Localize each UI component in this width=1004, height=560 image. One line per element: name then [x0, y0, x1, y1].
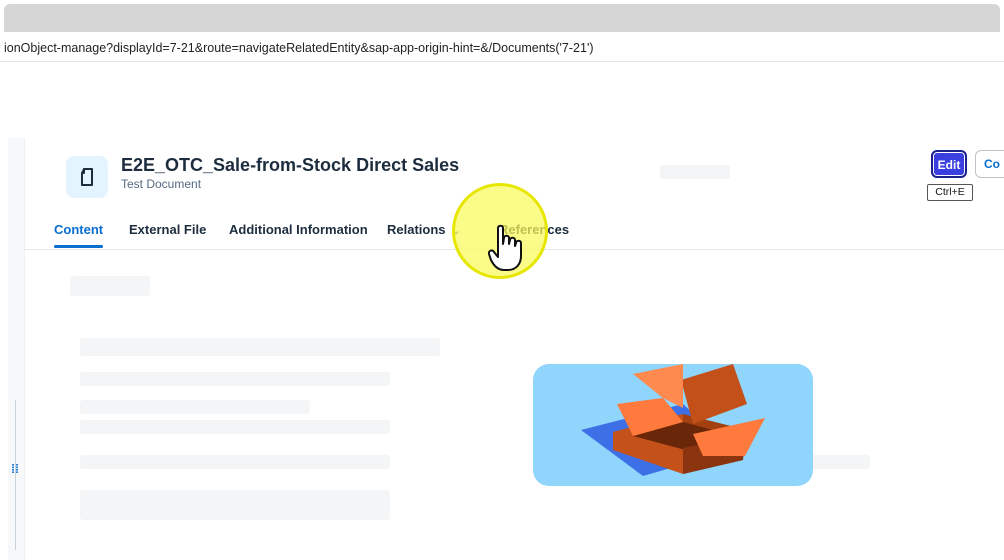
placeholder-block	[80, 490, 390, 520]
hand-cursor-icon	[488, 224, 522, 271]
page-subtitle: Test Document	[121, 177, 202, 191]
copy-button[interactable]: Co	[975, 150, 1004, 178]
tab-content[interactable]: Content	[54, 222, 103, 237]
tab-external-file[interactable]: External File	[129, 222, 206, 237]
edit-button[interactable]: Edit	[931, 150, 967, 178]
edit-shortcut-tooltip: Ctrl+E	[927, 184, 973, 201]
document-icon	[66, 156, 108, 198]
active-tab-indicator	[54, 245, 103, 248]
placeholder-block	[70, 276, 150, 296]
placeholder-block	[660, 165, 730, 179]
placeholder-block	[80, 338, 440, 356]
placeholder-block	[80, 372, 390, 386]
browser-top-bar	[4, 4, 1000, 32]
page-title: E2E_OTC_Sale-from-Stock Direct Sales	[121, 155, 460, 175]
placeholder-block	[80, 455, 390, 469]
placeholder-block	[80, 420, 390, 434]
open-box-illustration	[533, 364, 813, 486]
placeholder-block	[80, 400, 310, 414]
shell-spacer	[0, 62, 1004, 138]
tab-additional-information[interactable]: Additional Information	[229, 222, 368, 237]
tab-relations[interactable]: Relations⌄	[387, 222, 461, 237]
tab-relations-label: Relations	[387, 222, 446, 237]
address-bar[interactable]: ionObject-manage?displayId=7-21&route=na…	[0, 34, 1004, 62]
side-panel-rail	[8, 138, 24, 560]
splitter-grip-icon[interactable]: ⁞⁞	[11, 461, 19, 477]
